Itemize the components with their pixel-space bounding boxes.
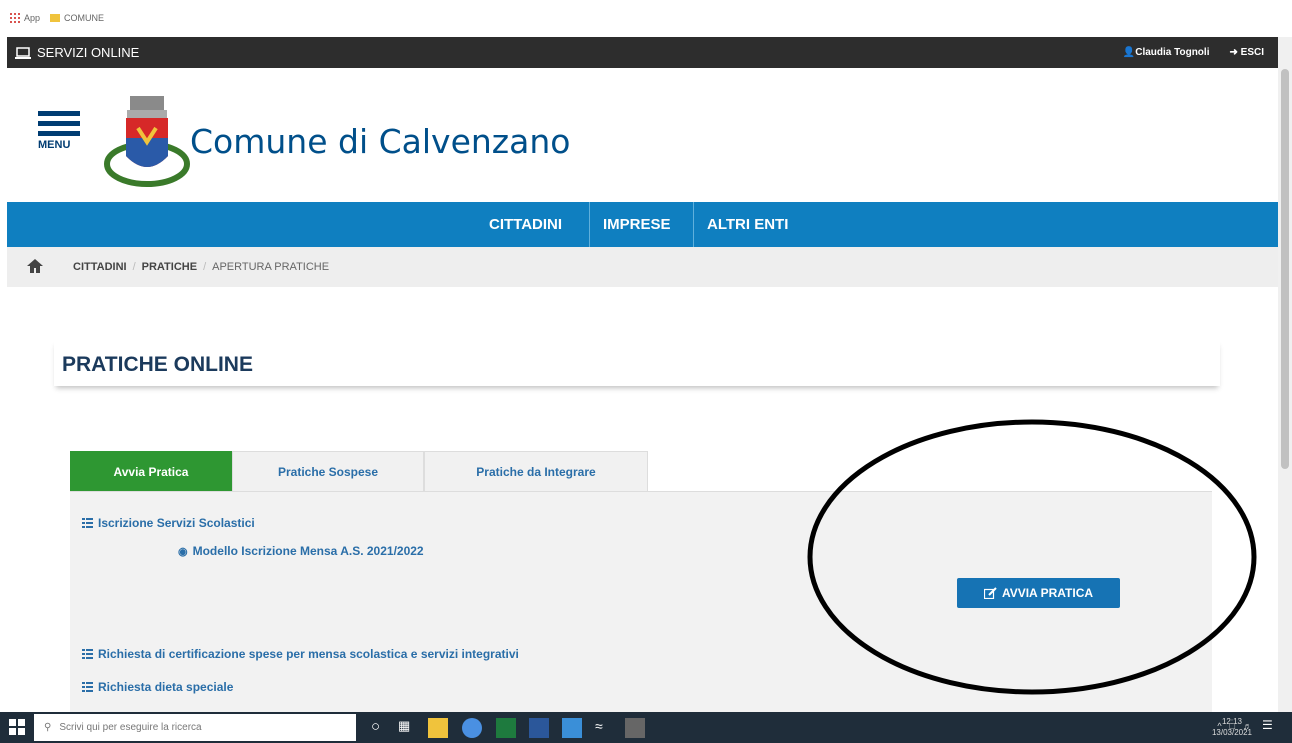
bookmark-apps-label: App [24,13,41,23]
breadcrumb-pratiche[interactable]: PRATICHE [142,261,197,273]
list-item-label: Iscrizione Servizi Scolastici [98,516,255,530]
user-link[interactable]: 👤Claudia Tognoli [1123,47,1210,58]
app-icon[interactable] [625,718,645,738]
municipal-crest-logo [104,96,190,187]
taskbar-search-input[interactable]: ⚲ Scrivi qui per eseguire la ricerca [34,714,356,741]
laptop-icon [15,46,31,59]
user-name: Claudia Tognoli [1135,47,1210,58]
list-item-label: Richiesta di certificazione spese per me… [98,647,519,661]
tabs: Avvia Pratica Pratiche Sospese Pratiche … [70,451,648,491]
chrome-icon[interactable] [462,718,482,738]
bookmark-folder-label: COMUNE [64,13,104,23]
logout-icon: ➜ [1229,47,1238,58]
scrollbar-thumb[interactable] [1281,69,1289,469]
radio-circle-icon: ◉ [178,545,188,558]
excel-icon[interactable] [496,718,516,738]
list-item-iscrizione[interactable]: Iscrizione Servizi Scolastici [82,516,255,530]
tab-pratiche-da-integrare[interactable]: Pratiche da Integrare [424,451,648,491]
menu-button[interactable]: MENU [38,111,82,161]
task-view-icon[interactable]: ▦ [398,718,418,738]
tab-pratiche-sospese[interactable]: Pratiche Sospese [232,451,424,491]
breadcrumb: CITTADINI / PRATICHE / APERTURA PRATICHE [7,247,1278,287]
list-item-certificazione[interactable]: Richiesta di certificazione spese per me… [82,647,519,661]
list-item-dieta-speciale[interactable]: Richiesta dieta speciale [82,680,233,694]
bookmarks-bar: App COMUNE [0,0,1292,37]
page-title-panel: PRATICHE ONLINE [54,340,1220,386]
main-navbar: CITTADINI IMPRESE ALTRI ENTI [7,202,1278,247]
folder-icon [50,14,60,22]
logout-label: ESCI [1240,47,1264,58]
site-title[interactable]: Comune di Calvenzano [190,122,570,161]
avvia-pratica-label: AVVIA PRATICA [1001,586,1094,600]
list-item-label: Modello Iscrizione Mensa A.S. 2021/2022 [192,544,424,558]
file-explorer-icon[interactable] [428,718,448,738]
clock-time: 12:13 [1221,717,1242,726]
list-icon [82,682,93,692]
menu-label: MENU [38,139,71,151]
bookmark-folder-comune[interactable]: COMUNE [50,13,104,23]
list-icon [82,518,93,528]
edit-icon [983,587,997,599]
list-item-label: Richiesta dieta speciale [98,680,234,694]
taskbar-clock[interactable]: 12:13 13/03/2021 [1212,716,1252,738]
notifications-icon[interactable]: ☰ [1262,718,1282,738]
services-title: SERVIZI ONLINE [15,45,139,60]
page-scrollbar[interactable] [1278,37,1292,712]
user-area: 👤Claudia Tognoli ➜ ESCI [1123,47,1264,58]
breadcrumb-cittadini[interactable]: CITTADINI [73,261,127,273]
tab-avvia-pratica[interactable]: Avvia Pratica [70,451,232,491]
apps-grid-icon [10,13,20,23]
nav-item-cittadini[interactable]: CITTADINI [477,202,574,247]
clock-date: 13/03/2021 [1211,728,1252,737]
services-topbar: SERVIZI ONLINE 👤Claudia Tognoli ➜ ESCI [7,37,1278,68]
logout-link[interactable]: ➜ ESCI [1229,47,1264,58]
nav-item-altri-enti[interactable]: ALTRI ENTI [695,202,800,247]
site-header: MENU Comune di Calvenzano [7,68,1278,202]
list-item-modello-mensa[interactable]: ◉ Modello Iscrizione Mensa A.S. 2021/202… [178,544,424,558]
search-placeholder: Scrivi qui per eseguire la ricerca [59,722,202,733]
word-icon[interactable] [529,718,549,738]
list-icon [82,649,93,659]
cortana-icon[interactable]: ○ [371,718,391,738]
home-icon[interactable] [27,259,43,276]
avvia-pratica-button[interactable]: AVVIA PRATICA [957,578,1120,608]
bookmark-apps[interactable]: App [10,13,40,23]
outlook-icon[interactable] [562,718,582,738]
windows-taskbar: ⚲ Scrivi qui per eseguire la ricerca ○ ▦… [0,712,1292,743]
services-title-text: SERVIZI ONLINE [37,45,140,60]
windows-start-icon[interactable] [9,719,25,735]
wifi-icon[interactable]: ≈ [595,718,615,738]
page-title: PRATICHE ONLINE [62,353,253,376]
breadcrumb-apertura-pratiche: APERTURA PRATICHE [212,261,330,273]
search-icon: ⚲ [44,722,52,733]
nav-item-imprese[interactable]: IMPRESE [591,202,683,247]
